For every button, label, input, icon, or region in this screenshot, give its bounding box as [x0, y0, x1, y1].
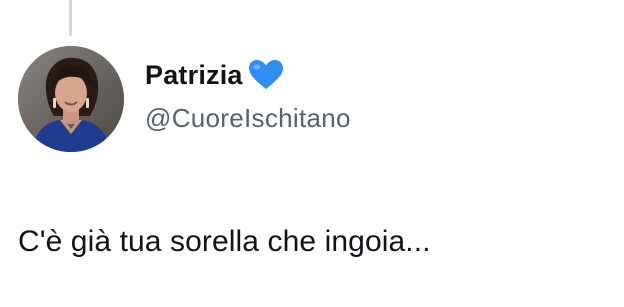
avatar[interactable] [18, 46, 124, 152]
avatar-photo [18, 46, 124, 152]
thread-connector-line [69, 0, 72, 36]
user-handle[interactable]: @CuoreIschitano [145, 101, 351, 135]
tweet-text: C'è già tua sorella che ingoia... [18, 225, 431, 258]
display-name[interactable]: Patrizia [145, 58, 243, 92]
blue-heart-icon [246, 58, 286, 92]
author-line: Patrizia [145, 58, 286, 92]
